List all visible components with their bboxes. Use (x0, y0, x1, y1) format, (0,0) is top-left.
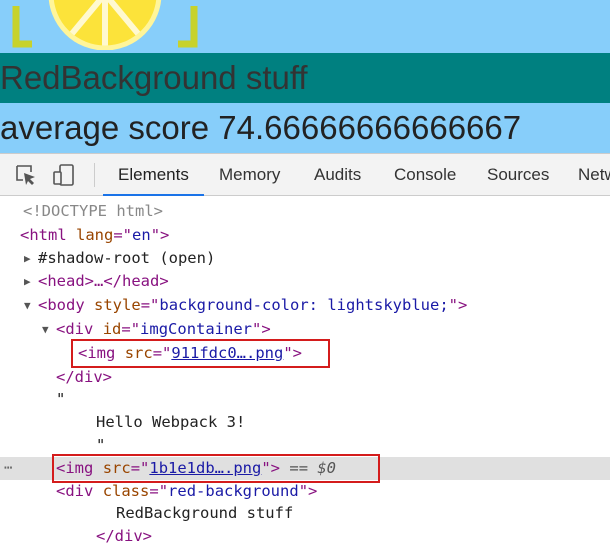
tab-audits[interactable]: Audits (314, 154, 361, 195)
tab-network[interactable]: Netw (578, 154, 610, 195)
page-top-area (0, 0, 610, 53)
red-background-text: RedBackground stuff (0, 59, 308, 96)
device-toolbar-icon[interactable] (53, 164, 75, 186)
average-score: average score 74.66666666666667 (0, 103, 610, 153)
collapse-triangle-icon[interactable]: ▼ (24, 294, 31, 317)
node-div-red-background[interactable]: <div class="red-background"> (0, 480, 610, 503)
node-text-red-background[interactable]: RedBackground stuff (0, 502, 610, 525)
more-options-icon[interactable]: ⋯ (4, 457, 12, 480)
node-div-close[interactable]: </div> (0, 366, 610, 389)
node-img-second-selected[interactable]: ⋯ <img src="1b1e1db….png"> == $0 (0, 457, 610, 480)
node-div-close-2[interactable]: </div> (0, 525, 610, 548)
tab-console[interactable]: Console (394, 154, 456, 195)
node-text-hello[interactable]: Hello Webpack 3! (0, 411, 610, 434)
img-src-link[interactable]: 911fdc0….png (171, 344, 283, 362)
node-div-imgcontainer[interactable]: ▼ <div id="imgContainer"> (0, 318, 610, 341)
toolbar-divider (94, 163, 95, 187)
red-background-div: RedBackground stuff (0, 53, 610, 103)
node-img-first[interactable]: <img src="911fdc0….png"> (0, 342, 610, 365)
expand-triangle-icon[interactable]: ▶ (24, 270, 31, 293)
collapse-triangle-icon[interactable]: ▼ (42, 318, 49, 341)
elements-tree: <!DOCTYPE html> <html lang="en"> ▶ #shado… (0, 196, 610, 545)
tab-elements[interactable]: Elements (103, 154, 204, 196)
webpack-logo-image (12, 0, 198, 50)
node-html[interactable]: <html lang="en"> (0, 224, 610, 247)
devtools-panel: Elements Memory Audits Console Sources N… (0, 153, 610, 545)
tab-memory[interactable]: Memory (219, 154, 280, 195)
node-text-quote-close[interactable]: " (0, 434, 610, 457)
node-shadow-root[interactable]: ▶ #shadow-root (open) (0, 247, 610, 270)
expand-triangle-icon[interactable]: ▶ (24, 247, 31, 270)
node-head[interactable]: ▶ <head>…</head> (0, 270, 610, 293)
tab-sources[interactable]: Sources (487, 154, 549, 195)
img-src-link[interactable]: 1b1e1db….png (149, 459, 261, 477)
node-doctype[interactable]: <!DOCTYPE html> (0, 200, 610, 223)
inspect-icon[interactable] (15, 164, 37, 186)
node-text-quote-open[interactable]: " (0, 388, 610, 411)
average-score-text: average score 74.66666666666667 (0, 109, 522, 146)
node-body[interactable]: ▼ <body style="background-color: lightsky… (0, 294, 610, 317)
devtools-toolbar: Elements Memory Audits Console Sources N… (0, 154, 610, 196)
